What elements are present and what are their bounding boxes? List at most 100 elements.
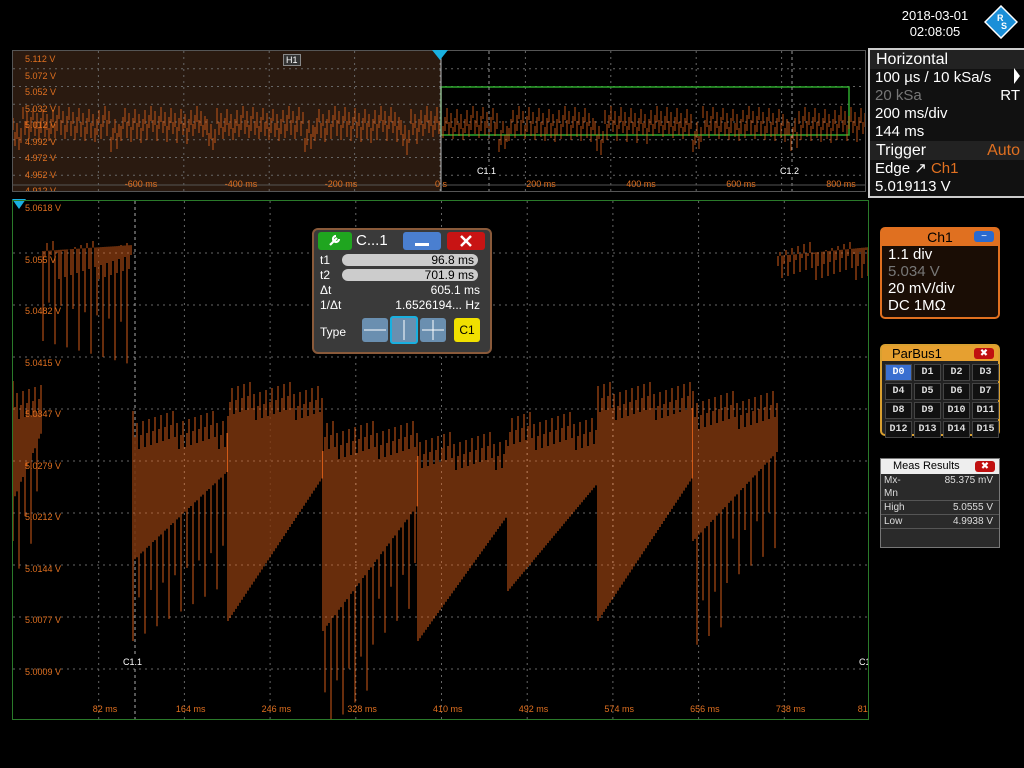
timebase-text[interactable]: 200 ms/div bbox=[870, 105, 1024, 123]
main-x-tick-label: 164 ms bbox=[175, 704, 206, 714]
ch1-offset-div[interactable]: 1.1 div bbox=[882, 246, 998, 263]
delta-t-label: Δt bbox=[320, 283, 332, 297]
main-x-tick-label: 656 ms bbox=[690, 704, 720, 714]
bit-d3-button[interactable]: D3 bbox=[972, 364, 999, 381]
t2-label: t2 bbox=[320, 268, 331, 282]
horizontal-cursor-type-icon[interactable] bbox=[362, 318, 388, 342]
meas-row[interactable]: High 5.0555 V bbox=[881, 501, 999, 515]
meas-row[interactable]: Low 4.9938 V bbox=[881, 515, 999, 529]
ch1-offset-v[interactable]: 5.034 V bbox=[882, 263, 998, 280]
bit-d6-button[interactable]: D6 bbox=[943, 383, 970, 400]
h1-marker[interactable]: H1 bbox=[283, 54, 301, 66]
bit-d1-button[interactable]: D1 bbox=[914, 364, 941, 381]
date-text: 2018-03-01 bbox=[901, 8, 969, 23]
bit-d8-button[interactable]: D8 bbox=[885, 402, 912, 419]
close-icon[interactable]: ✖ bbox=[975, 461, 995, 472]
horizontal-panel[interactable]: Horizontal 100 µs / 10 kSa/s 20 kSa RT 2… bbox=[868, 48, 1024, 198]
main-y-tick-label: 5.055 V bbox=[25, 254, 57, 265]
bit-d15-button[interactable]: D15 bbox=[972, 421, 999, 438]
cursor-dialog-title[interactable]: C...1 bbox=[356, 232, 388, 249]
both-cursor-type-icon[interactable] bbox=[420, 318, 446, 342]
vertical-cursor-type-icon[interactable] bbox=[390, 316, 418, 344]
record-length-text[interactable]: 20 kSa bbox=[875, 87, 922, 104]
minimize-icon[interactable]: − bbox=[974, 231, 994, 242]
overview-y-tick-label: 4.912 V bbox=[25, 186, 57, 192]
position-text[interactable]: 144 ms bbox=[870, 123, 1024, 141]
bit-grid: D0 D1 D2 D3 D4 D5 D6 D7 D8 D9 D10 D11 D12 D13 D14 D15 bbox=[882, 361, 999, 441]
meas-label: Mx-Mn bbox=[884, 475, 901, 499]
bit-d9-button[interactable]: D9 bbox=[914, 402, 941, 419]
main-x-tick-label: 574 ms bbox=[604, 704, 634, 714]
meas-value: 4.9938 V bbox=[952, 516, 993, 527]
bit-d12-button[interactable]: D12 bbox=[885, 421, 912, 438]
bit-d5-button[interactable]: D5 bbox=[914, 383, 941, 400]
overview-x-tick-label: -200 ms bbox=[324, 179, 358, 189]
main-y-tick-label: 5.0347 V bbox=[25, 409, 62, 419]
meas-title[interactable]: Meas Results bbox=[893, 460, 960, 472]
overview-y-tick-label: 5.072 V bbox=[25, 70, 57, 81]
delta-t-value: 605.1 ms bbox=[430, 283, 480, 297]
overview-waveform bbox=[13, 51, 865, 191]
bit-d13-button[interactable]: D13 bbox=[914, 421, 941, 438]
overview-cursor2-label: C1.2 bbox=[778, 166, 802, 176]
bit-d14-button[interactable]: D14 bbox=[943, 421, 970, 438]
acq-mode-text[interactable]: RT bbox=[1000, 87, 1020, 105]
overview-y-tick-label: 5.052 V bbox=[25, 87, 57, 97]
trigger-mode-text[interactable]: Auto bbox=[987, 141, 1020, 160]
overview-x-tick-label: 200 ms bbox=[526, 179, 556, 189]
main-x-tick-label: 328 ms bbox=[347, 704, 377, 714]
main-y-tick-label: 5.0415 V bbox=[25, 357, 62, 368]
meas-row[interactable]: Mx-Mn 85.375 mV bbox=[881, 474, 999, 501]
svg-text:S: S bbox=[1001, 21, 1007, 31]
close-icon[interactable]: ✖ bbox=[974, 348, 994, 359]
overview-x-tick-label: 800 ms bbox=[826, 179, 856, 189]
bit-d11-button[interactable]: D11 bbox=[972, 402, 999, 419]
bit-d7-button[interactable]: D7 bbox=[972, 383, 999, 400]
time-text: 02:08:05 bbox=[909, 24, 961, 39]
bit-d10-button[interactable]: D10 bbox=[943, 402, 970, 419]
t2-value[interactable]: 701.9 ms bbox=[342, 269, 478, 281]
main-y-tick-label: 5.0212 V bbox=[25, 512, 62, 522]
meas-value: 5.0555 V bbox=[952, 502, 993, 513]
overview-y-tick-label: 4.972 V bbox=[25, 153, 57, 163]
ch1-scale[interactable]: 20 mV/div bbox=[882, 280, 998, 297]
type-label: Type bbox=[320, 325, 347, 339]
main-y-tick-label: 5.0009 V bbox=[25, 666, 62, 677]
cursor-source-button[interactable]: C1 bbox=[454, 318, 480, 342]
close-icon[interactable] bbox=[447, 232, 485, 250]
ch1-panel[interactable]: Ch1 − 1.1 div 5.034 V 20 mV/div DC 1MΩ bbox=[880, 227, 1000, 319]
inv-delta-t-value: 1.6526194... Hz bbox=[395, 298, 480, 312]
parbus-title[interactable]: ParBus1 bbox=[892, 346, 942, 361]
minimize-icon[interactable] bbox=[403, 232, 441, 250]
main-y-tick-label: 5.0077 V bbox=[25, 615, 62, 625]
ch1-coupling[interactable]: DC 1MΩ bbox=[882, 297, 998, 314]
scroll-right-icon[interactable] bbox=[1013, 66, 1021, 86]
meas-label: High bbox=[884, 502, 905, 513]
trigger-source-text[interactable]: Ch1 bbox=[931, 160, 959, 177]
main-x-tick-label: 818.6 ms bbox=[857, 704, 868, 714]
parbus-panel[interactable]: ParBus1 ✖ D0 D1 D2 D3 D4 D5 D6 D7 D8 D9 D10 D11 D12 D… bbox=[880, 344, 1000, 438]
datetime: 2018-03-01 02:08:05 bbox=[888, 8, 982, 40]
trigger-level-text[interactable]: 5.019113 V bbox=[870, 178, 1024, 196]
trigger-type-text[interactable]: Edge bbox=[875, 160, 910, 177]
main-cursor2-label: C1.2 bbox=[857, 657, 868, 667]
rs-logo-icon[interactable]: R S bbox=[984, 5, 1018, 39]
meas-results-panel[interactable]: Meas Results ✖ Mx-Mn 85.375 mV High 5.0555 … bbox=[880, 458, 1000, 548]
t1-value[interactable]: 96.8 ms bbox=[342, 254, 478, 266]
overview-diagram[interactable]: H1 C1.1 C1.2 5.112 V 5.072 V 5.052 V 5.032 … bbox=[12, 50, 866, 192]
ch1-title[interactable]: Ch1 bbox=[927, 229, 953, 245]
meas-label: Low bbox=[884, 516, 903, 527]
bit-d2-button[interactable]: D2 bbox=[943, 364, 970, 381]
bit-d4-button[interactable]: D4 bbox=[885, 383, 912, 400]
cursor-dialog[interactable]: C...1 t1 96.8 ms t2 701.9 ms Δt 605.1 ms… bbox=[312, 228, 492, 354]
overview-y-tick-label: 4.952 V bbox=[25, 169, 57, 180]
horizontal-title[interactable]: Horizontal bbox=[870, 50, 1024, 69]
t1-label: t1 bbox=[320, 253, 331, 267]
wrench-icon[interactable] bbox=[318, 232, 352, 250]
overview-y-tick-label: 5.012 V bbox=[25, 120, 57, 130]
trigger-title[interactable]: Trigger bbox=[876, 142, 926, 159]
resolution-text[interactable]: 100 µs / 10 kSa/s bbox=[870, 69, 1024, 87]
main-x-tick-label: 738 ms bbox=[775, 704, 806, 714]
overview-y-tick-label: 4.992 V bbox=[25, 136, 57, 147]
bit-d0-button[interactable]: D0 bbox=[885, 364, 912, 381]
